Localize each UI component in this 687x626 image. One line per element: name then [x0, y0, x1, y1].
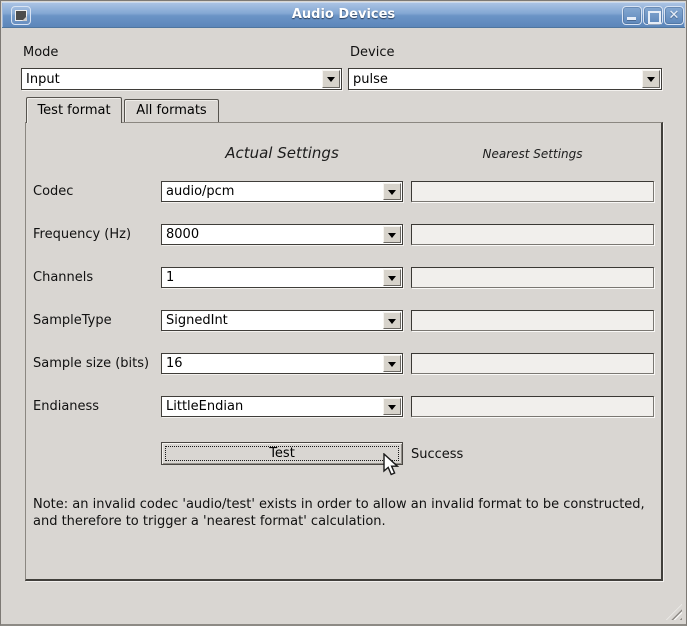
close-button[interactable]: ✕: [664, 6, 684, 25]
channels-label: Channels: [33, 270, 93, 285]
sampletype-combobox[interactable]: SignedInt: [161, 310, 403, 331]
test-button[interactable]: Test: [161, 442, 403, 465]
endianess-combobox-value: LittleEndian: [166, 399, 243, 414]
mode-label: Mode: [23, 45, 58, 60]
channels-nearest-field: [411, 267, 654, 288]
tab-all-formats[interactable]: All formats: [124, 99, 219, 122]
device-label: Device: [350, 45, 394, 60]
down-triangle-icon: [388, 233, 396, 238]
samplesize-combobox-value: 16: [166, 356, 183, 371]
sampletype-combobox-value: SignedInt: [166, 313, 228, 328]
sampletype-label: SampleType: [33, 313, 112, 328]
samplesize-combobox[interactable]: 16: [161, 353, 403, 374]
frequency-combobox-value: 8000: [166, 227, 199, 242]
down-triangle-icon: [388, 276, 396, 281]
channels-combobox[interactable]: 1: [161, 267, 403, 288]
dropdown-arrow-icon[interactable]: [322, 70, 340, 88]
dropdown-arrow-icon[interactable]: [383, 398, 401, 415]
codec-label: Codec: [33, 184, 73, 199]
window-title: Audio Devices: [2, 7, 685, 22]
audio-devices-window: Audio Devices ✕ Mode Input Device pulse …: [0, 0, 687, 626]
down-triangle-icon: [388, 362, 396, 367]
note-text: Note: an invalid codec 'audio/test' exis…: [33, 496, 655, 530]
cursor-arrow-icon: [382, 453, 404, 477]
down-triangle-icon: [388, 405, 396, 410]
frequency-combobox[interactable]: 8000: [161, 224, 403, 245]
channels-combobox-value: 1: [166, 270, 174, 285]
device-combobox-value: pulse: [353, 72, 388, 87]
mode-combobox-value: Input: [26, 72, 60, 87]
resize-grip-icon[interactable]: [666, 604, 682, 620]
frequency-label: Frequency (Hz): [33, 227, 131, 242]
sampletype-nearest-field: [411, 310, 654, 331]
maximize-button[interactable]: [643, 6, 663, 25]
down-triangle-icon: [388, 319, 396, 324]
down-triangle-icon: [388, 190, 396, 195]
codec-combobox-value: audio/pcm: [166, 184, 234, 199]
minimize-button[interactable]: [622, 6, 642, 25]
tab-test-format[interactable]: Test format: [26, 97, 122, 123]
dropdown-arrow-icon[interactable]: [383, 355, 401, 372]
test-status-label: Success: [411, 447, 463, 462]
mode-combobox[interactable]: Input: [21, 68, 342, 90]
down-triangle-icon: [647, 77, 655, 82]
window-titlebar[interactable]: Audio Devices ✕: [2, 2, 685, 28]
dropdown-arrow-icon[interactable]: [642, 70, 660, 88]
dropdown-arrow-icon[interactable]: [383, 312, 401, 329]
frequency-nearest-field: [411, 224, 654, 245]
endianess-nearest-field: [411, 396, 654, 417]
down-triangle-icon: [327, 77, 335, 82]
endianess-combobox[interactable]: LittleEndian: [161, 396, 403, 417]
codec-nearest-field: [411, 181, 654, 202]
dropdown-arrow-icon[interactable]: [383, 183, 401, 200]
samplesize-label: Sample size (bits): [33, 356, 149, 371]
device-combobox[interactable]: pulse: [348, 68, 662, 90]
close-icon: ✕: [665, 8, 683, 23]
endianess-label: Endianess: [33, 399, 99, 414]
actual-settings-header: Actual Settings: [161, 144, 403, 162]
dropdown-arrow-icon[interactable]: [383, 269, 401, 286]
nearest-settings-header: Nearest Settings: [411, 147, 654, 161]
dropdown-arrow-icon[interactable]: [383, 226, 401, 243]
samplesize-nearest-field: [411, 353, 654, 374]
codec-combobox[interactable]: audio/pcm: [161, 181, 403, 202]
